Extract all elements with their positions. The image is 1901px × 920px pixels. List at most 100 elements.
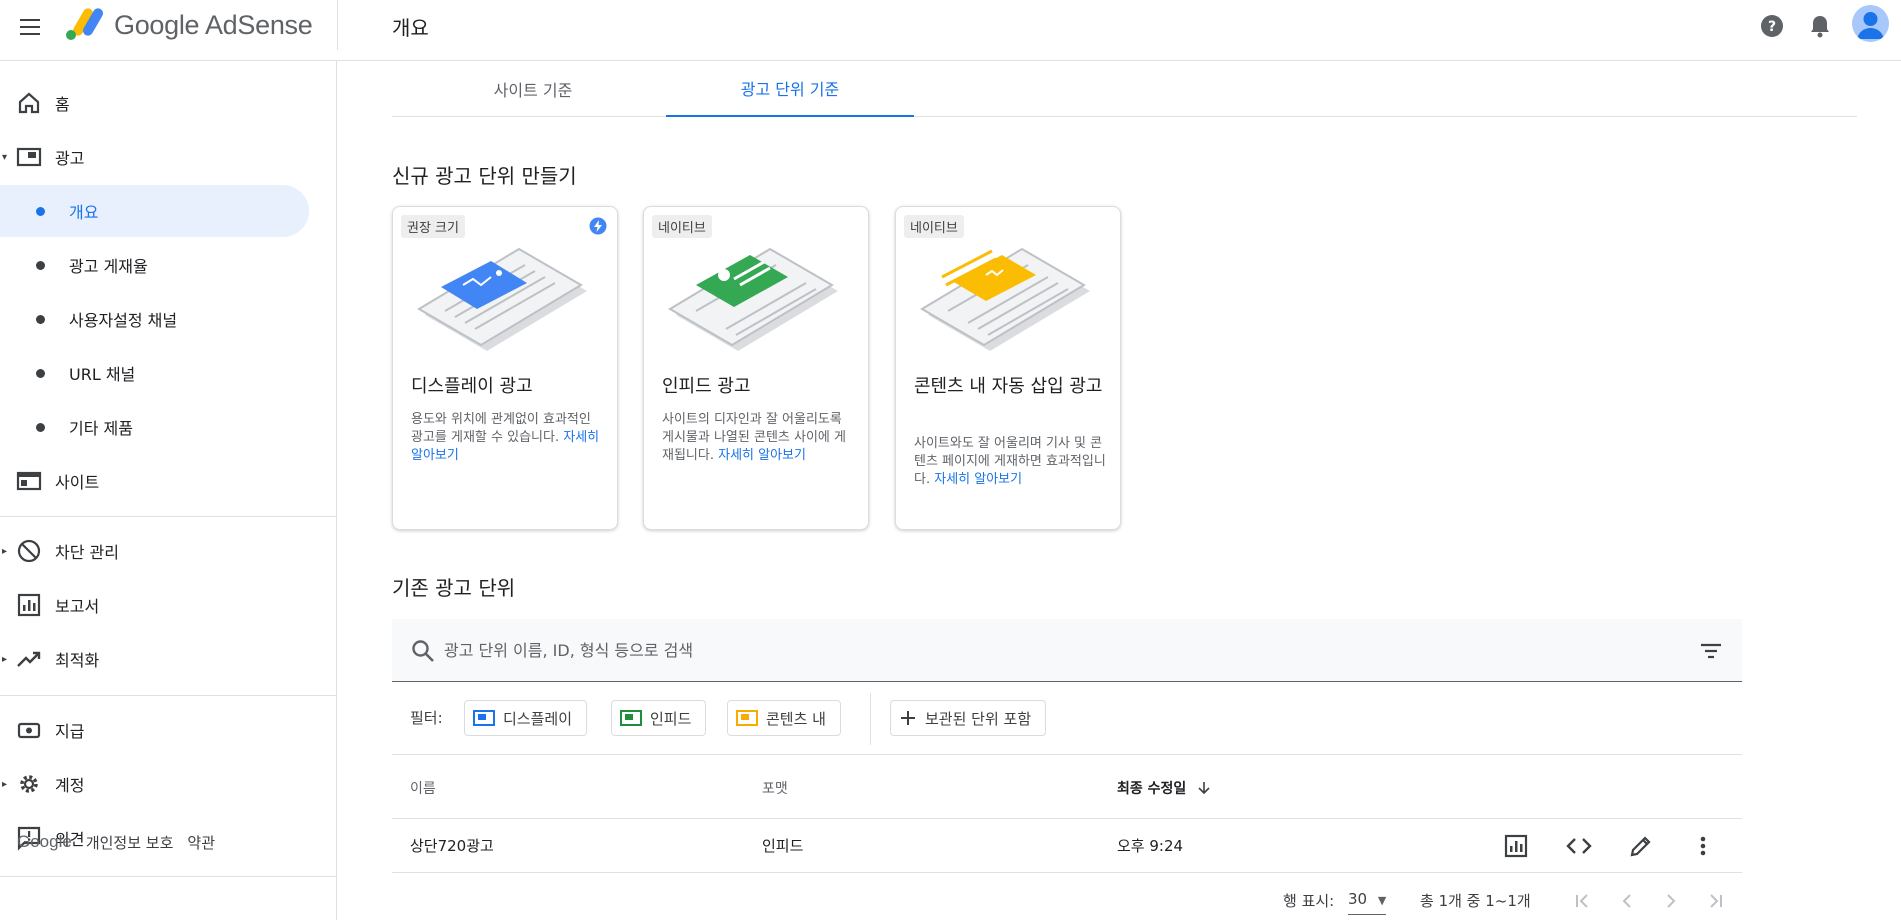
- sidebar-item-label: 사이트: [55, 473, 100, 492]
- native-chip: 네이티브: [904, 215, 964, 238]
- bullet-icon: [36, 206, 45, 216]
- gear-icon: [20, 775, 38, 793]
- sidebar: 홈 ▾ 광고 개요 광고 게재율 사용자설정 채널 URL 채널 기타 제품 사…: [0, 61, 337, 920]
- include-archived-chip[interactable]: 보관된 단위 포함: [890, 700, 1047, 736]
- in-article-ads-card[interactable]: 네이티브 콘텐츠 내 자동 삽입 광고 사이트와도 잘 어울리며 기사 및 콘텐…: [895, 206, 1121, 530]
- column-header-name[interactable]: 이름: [410, 778, 436, 798]
- sidebar-divider: [0, 695, 337, 696]
- bullet-icon: [36, 260, 45, 270]
- sidebar-item-label: 홈: [55, 95, 70, 114]
- filter-list-icon[interactable]: [1698, 638, 1724, 664]
- rows-per-page-select[interactable]: 30 ▼: [1348, 890, 1387, 915]
- sites-icon: [16, 471, 42, 491]
- include-archived-label: 보관된 단위 포함: [925, 709, 1032, 728]
- display-ads-card[interactable]: 권장 크기 디스플레이 광고 용도와 위치에 관계없이 효과적인 광고를 게재할…: [392, 206, 618, 530]
- sidebar-item-optimization[interactable]: ▸ 최적화: [0, 633, 320, 685]
- card-description: 사이트의 디자인과 잘 어울리도록 게시물과 나열된 콘텐츠 사이에 게재됩니다…: [662, 411, 856, 465]
- payments-icon: [17, 722, 41, 739]
- sidebar-item-sites[interactable]: 사이트: [0, 455, 320, 507]
- sidebar-item-overview[interactable]: 개요: [0, 185, 309, 237]
- table-row[interactable]: 상단720광고 인피드 오후 9:24: [392, 819, 1742, 873]
- existing-ad-units-heading: 기존 광고 단위: [392, 576, 516, 600]
- expand-caret-icon: ▸: [2, 545, 8, 557]
- account-avatar[interactable]: [1852, 5, 1889, 42]
- learn-more-link[interactable]: 자세히 알아보기: [718, 448, 806, 463]
- first-page-icon[interactable]: [1570, 888, 1596, 914]
- lightning-bolt-icon: [589, 217, 607, 235]
- main-menu-button[interactable]: [17, 14, 43, 40]
- filter-chip-display[interactable]: 디스플레이: [464, 700, 588, 736]
- display-ad-icon: [473, 710, 495, 726]
- adsense-logo-icon: [66, 8, 103, 40]
- ad-unit-search-input[interactable]: [444, 631, 1644, 669]
- column-header-format[interactable]: 포맷: [762, 778, 788, 798]
- privacy-link[interactable]: 개인정보 보호: [86, 832, 174, 853]
- ad-unit-format: 인피드: [762, 837, 804, 855]
- tab-by-site[interactable]: 사이트 기준: [442, 61, 624, 117]
- sidebar-item-payments[interactable]: 지급: [0, 704, 320, 756]
- ads-icon: [16, 147, 42, 167]
- tab-by-ad-unit[interactable]: 광고 단위 기준: [666, 61, 914, 117]
- sidebar-item-label: URL 채널: [69, 365, 136, 384]
- top-app-bar: Google AdSense 개요 ?: [0, 0, 1901, 61]
- terms-link[interactable]: 약관: [187, 832, 215, 853]
- next-page-icon[interactable]: [1658, 888, 1684, 914]
- more-vert-icon[interactable]: [1690, 833, 1716, 859]
- filter-chip-in-article[interactable]: 콘텐츠 내: [727, 700, 841, 736]
- last-page-icon[interactable]: [1702, 888, 1728, 914]
- sidebar-item-label: 광고: [55, 149, 85, 168]
- filter-chip-in-feed[interactable]: 인피드: [611, 700, 707, 736]
- pagination-range: 총 1개 중 1~1개: [1420, 892, 1531, 910]
- edit-pencil-icon[interactable]: [1628, 833, 1654, 859]
- sidebar-item-ads[interactable]: ▾ 광고: [0, 131, 320, 183]
- card-title: 콘텐츠 내 자동 삽입 광고: [914, 376, 1103, 397]
- filter-chip-label: 디스플레이: [503, 709, 573, 728]
- notifications-bell-icon[interactable]: [1806, 12, 1834, 40]
- report-chart-icon[interactable]: [1503, 833, 1529, 859]
- table-pagination: 행 표시: 30 ▼ 총 1개 중 1~1개: [392, 886, 1742, 916]
- help-icon[interactable]: ?: [1758, 12, 1786, 40]
- brand-name: Google AdSense: [114, 10, 313, 40]
- table-header: 이름 포맷 최종 수정일: [392, 756, 1742, 819]
- header-divider: [337, 0, 338, 50]
- card-title: 디스플레이 광고: [411, 376, 533, 397]
- page-title: 개요: [392, 16, 429, 40]
- column-header-last-modified[interactable]: 최종 수정일: [1117, 778, 1211, 798]
- sidebar-divider: [0, 516, 337, 517]
- sidebar-item-label: 지급: [55, 722, 85, 741]
- svg-text:?: ?: [1768, 19, 1776, 35]
- sidebar-item-home[interactable]: 홈: [0, 77, 320, 129]
- previous-page-icon[interactable]: [1614, 888, 1640, 914]
- card-description: 사이트와도 잘 어울리며 기사 및 콘텐츠 페이지에 게재하면 효과적입니다. …: [914, 435, 1108, 489]
- display-ad-illustration: [417, 247, 587, 351]
- filter-row: 필터: 디스플레이 인피드 콘텐츠 내 보관된 단위 포함: [392, 683, 1742, 755]
- search-icon: [412, 640, 434, 662]
- expand-caret-icon: ▾: [2, 151, 8, 163]
- bullet-icon: [36, 368, 45, 378]
- filter-label: 필터:: [410, 709, 443, 727]
- ad-unit-name[interactable]: 상단720광고: [410, 835, 494, 856]
- in-feed-ads-card[interactable]: 네이티브 인피드 광고 사이트의 디자인과 잘 어울리도록 게시물과 나열된 콘…: [643, 206, 869, 530]
- block-icon: [17, 539, 41, 563]
- view-tabs: 사이트 기준 광고 단위 기준: [392, 61, 1857, 117]
- sidebar-item-other-products[interactable]: 기타 제품: [0, 401, 320, 453]
- reports-chart-icon: [17, 593, 41, 617]
- sidebar-item-account[interactable]: ▸ 계정: [0, 758, 320, 810]
- sidebar-item-url-channels[interactable]: URL 채널: [0, 347, 320, 399]
- sidebar-item-blocking-controls[interactable]: ▸ 차단 관리: [0, 525, 320, 577]
- learn-more-link[interactable]: 자세히 알아보기: [934, 472, 1022, 487]
- filter-divider: [870, 693, 871, 745]
- google-wordmark: Google: [17, 832, 72, 851]
- card-title: 인피드 광고: [662, 376, 751, 397]
- rows-per-page-value: 30: [1348, 890, 1368, 908]
- code-icon[interactable]: [1566, 833, 1592, 859]
- sidebar-item-label: 광고 게재율: [69, 257, 148, 276]
- sidebar-item-label: 보고서: [55, 597, 100, 616]
- in-article-ad-icon: [736, 710, 758, 726]
- expand-caret-icon: ▸: [2, 653, 8, 665]
- in-article-ad-illustration: [920, 247, 1090, 351]
- sidebar-item-ad-balance[interactable]: 광고 게재율: [0, 239, 320, 291]
- sidebar-item-reports[interactable]: 보고서: [0, 579, 320, 631]
- sidebar-item-custom-channels[interactable]: 사용자설정 채널: [0, 293, 320, 345]
- sidebar-item-label: 최적화: [55, 651, 100, 670]
